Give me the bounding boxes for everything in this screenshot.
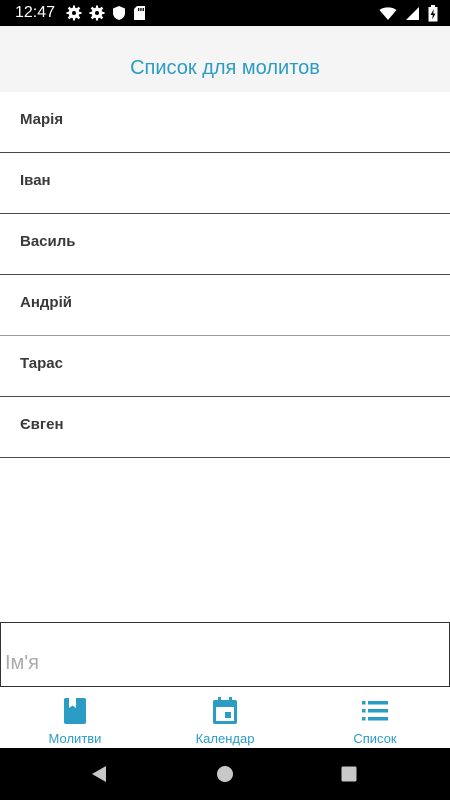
- status-system-icons: [379, 5, 438, 22]
- shield-icon: [112, 5, 126, 21]
- list-item[interactable]: Євген: [0, 397, 450, 458]
- sd-card-icon: [133, 5, 146, 21]
- list-item[interactable]: Марія: [0, 92, 450, 153]
- nav-item-list[interactable]: Список: [300, 688, 450, 748]
- list-item[interactable]: Тарас: [0, 336, 450, 397]
- status-bar: 12:47: [0, 0, 450, 26]
- list-item-label: Андрій: [20, 293, 72, 311]
- list-item-label: Євген: [20, 415, 64, 433]
- bookmark-book-icon: [63, 696, 87, 726]
- list-item-label: Тарас: [20, 354, 63, 372]
- list-item[interactable]: Василь: [0, 214, 450, 275]
- cellular-signal-icon: [405, 6, 420, 21]
- nav-label: Молитви: [48, 731, 102, 746]
- recents-icon[interactable]: [339, 764, 359, 784]
- wifi-icon: [379, 6, 397, 21]
- system-navigation-bar: [0, 748, 450, 800]
- list-item-label: Василь: [20, 232, 76, 250]
- nav-item-prayers[interactable]: Молитви: [0, 688, 150, 748]
- status-notification-icons: [66, 5, 146, 21]
- list-item-label: Іван: [20, 171, 51, 189]
- app-screen: 12:47 Список для молитов Марія Іван Васи…: [0, 0, 450, 800]
- name-input[interactable]: [0, 622, 450, 687]
- prayer-name-list: Марія Іван Василь Андрій Тарас Євген: [0, 92, 450, 458]
- page-title: Список для молитов: [130, 57, 320, 79]
- list-icon: [361, 696, 389, 726]
- nav-label: Список: [353, 731, 397, 746]
- nav-item-calendar[interactable]: Календар: [150, 688, 300, 748]
- battery-charging-icon: [428, 5, 438, 22]
- list-item[interactable]: Іван: [0, 153, 450, 214]
- nav-label: Календар: [195, 731, 255, 746]
- home-icon[interactable]: [215, 764, 235, 784]
- list-item[interactable]: Андрій: [0, 275, 450, 336]
- list-item-label: Марія: [20, 110, 64, 128]
- gear-icon: [89, 5, 105, 21]
- app-header: Список для молитов: [0, 26, 450, 92]
- bottom-navigation: Молитви Календар Список: [0, 688, 450, 748]
- gear-icon: [66, 5, 82, 21]
- back-icon[interactable]: [89, 764, 109, 784]
- calendar-icon: [212, 696, 238, 726]
- status-time: 12:47: [15, 4, 56, 21]
